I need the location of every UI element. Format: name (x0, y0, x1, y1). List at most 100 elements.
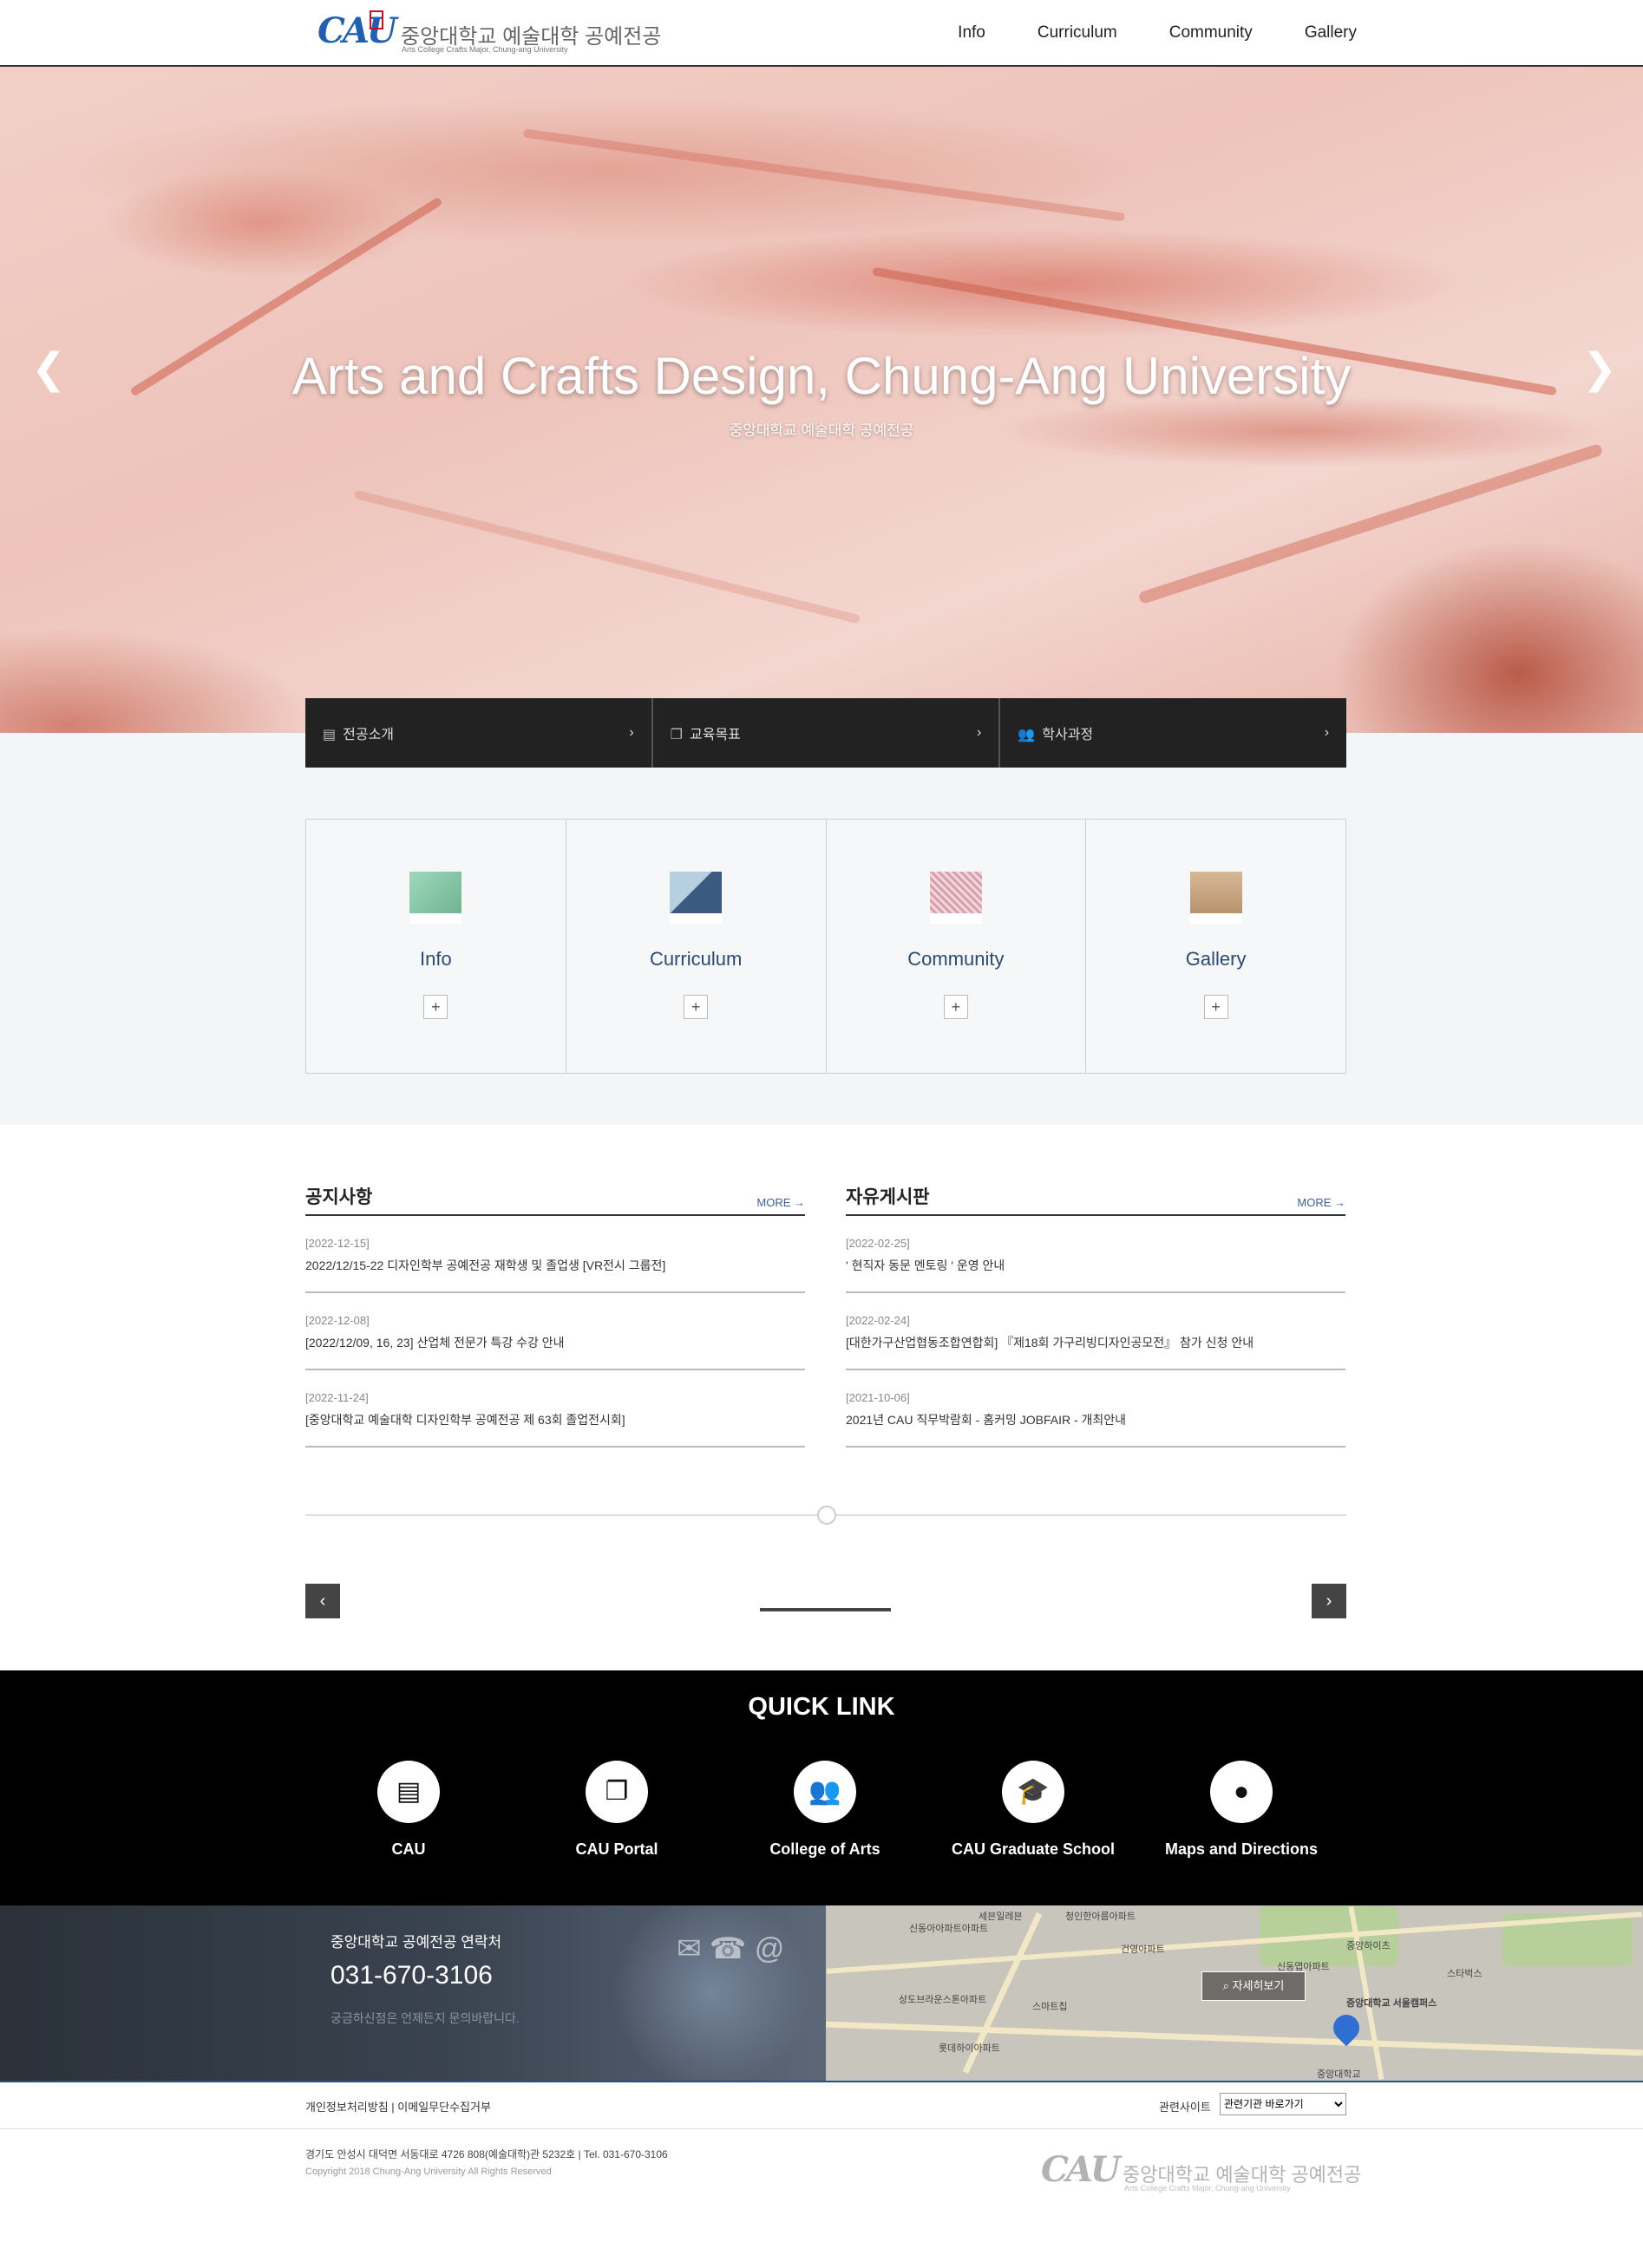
hero-slider: ❮ ❯ Arts and Crafts Design, Chung-Ang Un… (0, 67, 1643, 733)
slider-progress (760, 1608, 891, 1611)
main-nav: Info Curriculum Community Gallery (932, 0, 1383, 65)
map-label: 스타벅스 (1447, 1969, 1483, 1979)
post-date: [2022-02-25] (846, 1237, 910, 1250)
board-header: 자유게시판 MORE → (846, 1186, 1345, 1216)
slider-prev-button[interactable]: ‹ (305, 1584, 340, 1618)
card-curriculum[interactable]: Curriculum + (566, 820, 827, 1073)
search-icon: ⌕ (1222, 1979, 1233, 1992)
board-header: 공지사항 MORE → (305, 1186, 805, 1216)
mail-icon: ✉ ☎ @ (677, 1932, 785, 1965)
list-item[interactable]: [2022-02-24] [대한가구산업협동조합연합회] 『제18회 가구리빙디… (846, 1293, 1345, 1370)
card-community[interactable]: Community + (827, 820, 1087, 1073)
footer-policy-links[interactable]: 개인정보처리방침 | 이메일무단수집거부 (305, 2098, 491, 2114)
book-icon: ▤ (323, 728, 337, 742)
footer-logo-english: Arts College Crafts Major, Chung-ang Uni… (1124, 2184, 1291, 2193)
quicklink-label: Maps and Directions (1164, 1840, 1319, 1858)
card-gallery[interactable]: Gallery + (1086, 820, 1345, 1073)
quickbar-item-major-intro[interactable]: ▤ 전공소개 › (305, 698, 653, 768)
card-label: Info (420, 948, 452, 970)
location-map[interactable]: 세븐일레븐 청인한아름아파트 신동아아파트아파트 건영아파트 중앙하이츠 신동엽… (826, 1905, 1643, 2081)
footer-logo: CAU 중앙대학교 예술대학 공예전공 Arts College Crafts … (1041, 2149, 1361, 2201)
slider-dot[interactable] (817, 1506, 836, 1525)
site-logo[interactable]: CAU 중앙대학교 예술대학 공예전공 Arts College Crafts … (317, 9, 661, 57)
nav-item-community[interactable]: Community (1143, 23, 1279, 42)
quick-bar: ▤ 전공소개 › ❐ 교육목표 › 👥 학사과정 › (305, 698, 1346, 768)
card-label: Curriculum (649, 948, 743, 970)
map-label: 신동아아파트아파트 (909, 1924, 989, 1934)
quicklink-cau[interactable]: ▤ CAU (304, 1761, 513, 1859)
post-title[interactable]: [2022/12/09, 16, 23] 산업체 전문가 특강 수강 안내 (305, 1334, 805, 1351)
quick-link-section: QUICK LINK ▤ CAU ❐ CAU Portal 👥 College … (0, 1670, 1643, 1905)
post-title[interactable]: ' 현직자 동문 멘토링 ' 운영 안내 (846, 1257, 1345, 1274)
graduation-cap-icon: 🎓 (1002, 1761, 1064, 1823)
card-thumbnail (409, 872, 462, 924)
board-title: 자유게시판 (846, 1187, 930, 1207)
card-label: Community (907, 948, 1005, 970)
card-thumbnail (929, 872, 982, 924)
nav-item-gallery[interactable]: Gallery (1279, 23, 1383, 42)
quicklink-graduate-school[interactable]: 🎓 CAU Graduate School (929, 1761, 1137, 1859)
chevron-right-icon: › (629, 725, 634, 740)
list-item[interactable]: [2022-11-24] [중앙대학교 예술대학 디자인학부 공예전공 제 63… (305, 1370, 805, 1448)
related-sites-label: 관련사이트 (1159, 2101, 1211, 2114)
quick-link-title: QUICK LINK (748, 1693, 895, 1721)
map-label: 중앙하이츠 (1346, 1941, 1391, 1951)
list-item[interactable]: [2022-12-08] [2022/12/09, 16, 23] 산업체 전문… (305, 1293, 805, 1370)
post-date: [2021-10-06] (846, 1391, 910, 1404)
quicklink-cau-portal[interactable]: ❐ CAU Portal (513, 1761, 721, 1859)
plus-icon[interactable]: + (943, 995, 968, 1019)
plus-icon[interactable]: + (684, 995, 709, 1019)
map-label: 스마트칩 (1032, 2002, 1068, 2012)
post-title[interactable]: 2021년 CAU 직무박람회 - 홈커밍 JOBFAIR - 개최안내 (846, 1411, 1345, 1428)
nav-item-info[interactable]: Info (932, 23, 1011, 42)
quickbar-label: 학사과정 (1042, 728, 1094, 742)
quicklink-label: CAU Portal (575, 1840, 658, 1858)
contact-panel: ✉ ☎ @ 중앙대학교 공예전공 연락처 031-670-3106 궁금하신점은… (0, 1905, 826, 2081)
logo-accent-icon (370, 10, 383, 29)
category-cards: Info + Curriculum + Community + Gallery … (305, 819, 1346, 1074)
quickbar-item-education-goals[interactable]: ❐ 교육목표 › (653, 698, 1001, 768)
logo-english-subtitle: Arts College Crafts Major, Chung-ang Uni… (402, 45, 568, 54)
post-title[interactable]: [대한가구산업협동조합연합회] 『제18회 가구리빙디자인공모전』 참가 신청 … (846, 1334, 1345, 1351)
board-title: 공지사항 (305, 1187, 373, 1207)
related-sites-select[interactable]: 관련기관 바로가기 (1220, 2093, 1346, 2115)
chevron-right-icon: › (977, 725, 982, 740)
nav-item-curriculum[interactable]: Curriculum (1011, 23, 1143, 42)
list-item[interactable]: [2021-10-06] 2021년 CAU 직무박람회 - 홈커밍 JOBFA… (846, 1370, 1345, 1448)
slider-next-button[interactable]: › (1312, 1584, 1346, 1618)
post-title[interactable]: [중앙대학교 예술대학 디자인학부 공예전공 제 63회 졸업전시회] (305, 1411, 805, 1428)
hero-texture (522, 128, 1126, 222)
hero-title: Arts and Crafts Design, Chung-Ang Univer… (291, 347, 1352, 405)
map-detail-button[interactable]: ⌕ 자세히보기 (1201, 1971, 1306, 2001)
post-date: [2022-12-15] (305, 1237, 370, 1250)
quickbar-item-academic-course[interactable]: 👥 학사과정 › (1000, 698, 1346, 768)
list-item[interactable]: [2022-12-15] 2022/12/15-22 디자인학부 공예전공 재학… (305, 1216, 805, 1293)
map-detail-label: 자세히보기 (1232, 1979, 1285, 1992)
card-label: Gallery (1185, 948, 1247, 970)
post-title[interactable]: 2022/12/15-22 디자인학부 공예전공 재학생 및 졸업생 [VR전시… (305, 1257, 805, 1274)
site-header: CAU 중앙대학교 예술대학 공예전공 Arts College Crafts … (0, 0, 1643, 67)
map-label: 건영아파트 (1121, 1944, 1165, 1955)
map-label: 롯데하이아파트 (939, 2043, 1000, 2054)
plus-icon[interactable]: + (423, 995, 448, 1019)
footer-copyright: Copyright 2018 Chung-Ang University All … (305, 2167, 552, 2177)
more-link[interactable]: MORE → (756, 1196, 805, 1209)
plus-icon[interactable]: + (1203, 995, 1228, 1019)
map-label: 청인한아름아파트 (1065, 1912, 1136, 1922)
hero-texture (1137, 442, 1604, 605)
quicklink-college-of-arts[interactable]: 👥 College of Arts (721, 1761, 929, 1859)
map-label: 상도브라운스톤아파트 (899, 1995, 987, 2005)
card-info[interactable]: Info + (306, 820, 566, 1073)
more-link[interactable]: MORE → (1297, 1196, 1345, 1209)
quickbar-label: 교육목표 (690, 728, 741, 742)
post-date: [2022-02-24] (846, 1314, 910, 1327)
contact-note: 궁금하신점은 언제든지 문의바랍니다. (331, 2011, 520, 2025)
footer-address: 경기도 안성시 대덕면 서동대로 4726 808(예술대학)관 5232호 |… (305, 2148, 668, 2160)
hero-texture (353, 489, 861, 624)
free-board: 자유게시판 MORE → [2022-02-25] ' 현직자 동문 멘토링 '… (846, 1186, 1345, 1448)
card-thumbnail (670, 872, 723, 924)
users-icon: 👥 (794, 1761, 856, 1823)
quicklink-maps[interactable]: ● Maps and Directions (1137, 1761, 1345, 1859)
quicklink-label: CAU Graduate School (951, 1840, 1116, 1858)
list-item[interactable]: [2022-02-25] ' 현직자 동문 멘토링 ' 운영 안내 (846, 1216, 1345, 1293)
